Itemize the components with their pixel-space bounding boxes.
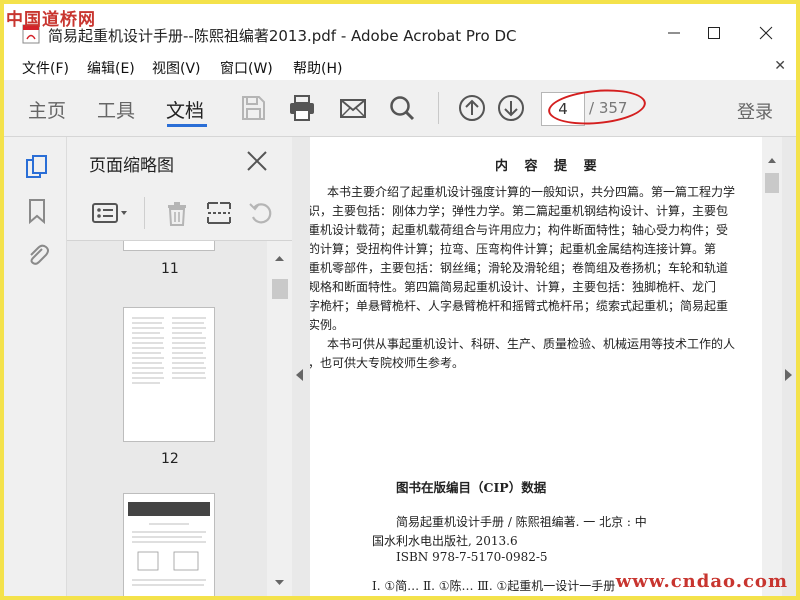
acrobat-window: 简易起重机设计手册--陈熙祖编著2013.pdf - Adobe Acrobat… [4, 4, 796, 596]
next-page-icon[interactable] [496, 93, 526, 123]
doc-intro-line: 规格和断面特性。第四篇简易起重机设计、计算，主要包括：独脚桅杆、龙门 [310, 280, 717, 294]
tab-tools[interactable]: 工具 [97, 96, 135, 123]
close-document-button[interactable]: ✕ [774, 58, 786, 74]
options-menu-icon[interactable] [91, 199, 131, 227]
navigation-rail [4, 137, 67, 596]
close-panel-icon[interactable] [245, 149, 269, 173]
scroll-up-icon[interactable] [762, 153, 782, 167]
close-icon [759, 26, 773, 40]
minimize-icon [668, 32, 680, 34]
thumbnail-label-12: 12 [161, 451, 179, 467]
right-gutter [782, 137, 796, 596]
active-tab-indicator [167, 124, 207, 127]
panel-toolbar-separator [144, 197, 145, 229]
minimize-button[interactable] [654, 20, 694, 46]
thumbnail-page-12[interactable] [123, 307, 215, 442]
cip-line: ISBN 978-7-5170-0982-5 [396, 550, 548, 564]
doc-intro-line: 的计算；受扭构件计算；拉弯、压弯构件计算；起重机金属结构连接计算。第 [310, 242, 717, 256]
delete-page-icon[interactable] [163, 199, 191, 227]
menu-edit[interactable]: 编辑(E) [87, 58, 135, 78]
page-thumbnails-icon[interactable] [24, 153, 50, 181]
doc-intro-line: ，也可供大专院校师生参考。 [310, 356, 465, 370]
doc-intro-line: 实例。 [310, 318, 345, 332]
menu-window[interactable]: 窗口(W) [220, 58, 273, 78]
menu-view[interactable]: 视图(V) [152, 58, 201, 78]
main-toolbar: 主页 工具 文档 4 / 357 登录 [4, 80, 796, 137]
doc-heading: 内 容 提 要 [495, 159, 603, 174]
login-button[interactable]: 登录 [737, 98, 773, 124]
collapse-left-icon[interactable] [296, 369, 303, 381]
cip-line: 国水利水电出版社, 2013.6 [372, 534, 518, 548]
watermark-logo-text: 中国道桥网 [6, 10, 96, 30]
scrollbar-thumb[interactable] [765, 173, 779, 193]
attachment-icon[interactable] [24, 241, 50, 269]
maximize-icon [708, 27, 720, 39]
thumbnail-page-11[interactable] [123, 241, 215, 251]
expand-right-icon[interactable] [785, 369, 792, 381]
tab-document[interactable]: 文档 [166, 96, 204, 123]
title-bar: 简易起重机设计手册--陈熙祖编著2013.pdf - Adobe Acrobat… [4, 4, 796, 54]
thumbnail-list: 11 12 [67, 241, 267, 596]
extract-page-icon[interactable] [205, 199, 233, 227]
close-window-button[interactable] [746, 20, 786, 46]
scroll-down-icon[interactable] [267, 576, 292, 590]
document-page-view: 内 容 提 要 本书主要介绍了起重机设计强度计算的一般知识，共分四篇。第一篇工程… [310, 137, 762, 596]
bookmark-icon[interactable] [24, 197, 50, 225]
cip-line: 简易起重机设计手册 / 陈熙祖编著. 一 北京 : 中 [396, 515, 647, 529]
menu-file[interactable]: 文件(F) [22, 58, 69, 78]
thumbnail-page-13[interactable] [123, 493, 215, 596]
doc-intro-line: 重机设计载荷；起重机载荷组合与许用应力；构件断面特性；轴心受力构件；受 [310, 223, 729, 237]
tab-home[interactable]: 主页 [28, 96, 66, 123]
doc-intro-line: 识，主要包括：刚体力学；弹性力学。第二篇起重机钢结构设计、计算，主要包 [310, 204, 729, 218]
panel-splitter[interactable] [292, 137, 310, 596]
panel-title: 页面缩略图 [89, 156, 174, 176]
doc-intro-line: 本书主要介绍了起重机设计强度计算的一般知识，共分四篇。第一篇工程力学 [327, 185, 736, 199]
scroll-up-icon[interactable] [267, 251, 292, 265]
previous-page-icon[interactable] [457, 93, 487, 123]
cip-title: 图书在版编目（CIP）数据 [396, 480, 547, 495]
thumbnail-scrollbar[interactable] [267, 241, 292, 596]
thumbnail-label-11: 11 [161, 261, 179, 277]
window-title: 简易起重机设计手册--陈熙祖编著2013.pdf - Adobe Acrobat… [48, 27, 517, 45]
menu-help[interactable]: 帮助(H) [293, 58, 342, 78]
scrollbar-thumb[interactable] [272, 279, 288, 299]
save-icon[interactable] [238, 93, 268, 123]
toolbar-separator [438, 92, 439, 124]
thumbnail-content [128, 502, 210, 586]
page-thumbnails-panel: 页面缩略图 11 12 [67, 137, 292, 596]
print-icon[interactable] [287, 93, 317, 123]
email-icon[interactable] [338, 93, 368, 123]
thumbnail-content [132, 317, 206, 384]
search-icon[interactable] [387, 93, 417, 123]
cip-line: Ⅰ. ①简… Ⅱ. ①陈… Ⅲ. ①起重机一设计一手册 [372, 579, 616, 593]
doc-intro-line: 字桅杆；单悬臂桅杆、人字悬臂桅杆和摇臂式桅杆吊；缆索式起重机；简易起重 [310, 299, 729, 313]
doc-intro-line: 重机零部件，主要包括：钢丝绳；滑轮及滑轮组；卷筒组及卷扬机；车轮和轨道 [310, 261, 729, 275]
watermark-url-text: www.cndao.com [615, 571, 788, 592]
maximize-button[interactable] [694, 20, 734, 46]
rotate-page-icon[interactable] [247, 199, 275, 227]
doc-intro-line: 本书可供从事起重机设计、科研、生产、质量检验、机械运用等技术工作的人 [327, 337, 736, 351]
menu-bar: 文件(F) 编辑(E) 视图(V) 窗口(W) 帮助(H) ✕ [4, 54, 796, 80]
document-scrollbar[interactable] [762, 137, 782, 596]
